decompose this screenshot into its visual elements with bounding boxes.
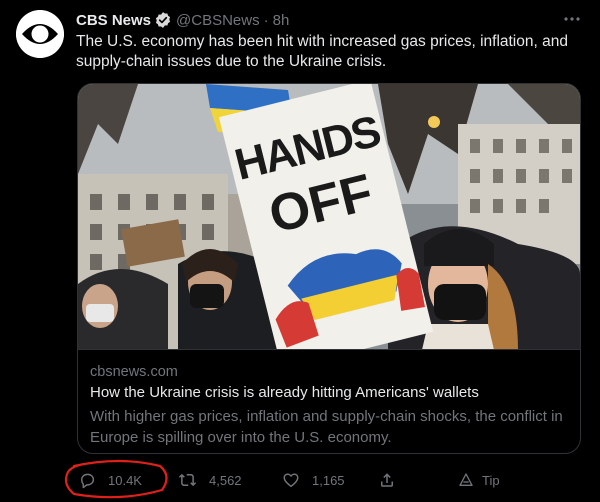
- verified-badge-icon: [154, 11, 172, 29]
- card-title: How the Ukraine crisis is already hittin…: [90, 384, 479, 401]
- avatar[interactable]: [16, 10, 64, 58]
- reply-icon: [81, 473, 95, 489]
- more-icon[interactable]: [562, 10, 582, 28]
- retweet-icon: [178, 473, 197, 487]
- share-icon: [381, 473, 393, 487]
- share-button[interactable]: [378, 466, 396, 494]
- tip-button[interactable]: Tip: [458, 466, 500, 494]
- display-name[interactable]: CBS News: [76, 12, 151, 29]
- reply-button[interactable]: 10.4K: [78, 466, 142, 494]
- like-button[interactable]: 1,165: [282, 466, 345, 494]
- tweet-text: The U.S. economy has been hit with incre…: [76, 33, 568, 70]
- like-count: 1,165: [312, 472, 345, 488]
- link-card[interactable]: HANDS OFF cbsnews.com How the Ukraine cr…: [77, 83, 581, 454]
- separator: ·: [263, 11, 269, 29]
- tip-icon: [459, 473, 473, 486]
- tweet-header: CBS News @CBSNews · 8h: [76, 10, 289, 30]
- retweet-button[interactable]: 4,562: [178, 466, 242, 494]
- handle[interactable]: @CBSNews: [176, 12, 260, 29]
- tweet[interactable]: CBS News @CBSNews · 8h The U.S. economy …: [0, 0, 600, 502]
- tip-label: Tip: [482, 472, 500, 488]
- heart-icon: [283, 473, 299, 488]
- card-image[interactable]: HANDS OFF: [78, 84, 580, 350]
- card-domain: cbsnews.com: [90, 364, 178, 380]
- action-bar: 10.4K 4,562 1,165 Tip: [78, 466, 538, 494]
- retweet-count: 4,562: [209, 472, 242, 488]
- protest-photo: HANDS OFF: [78, 84, 580, 349]
- reply-count: 10.4K: [108, 472, 142, 488]
- timestamp[interactable]: 8h: [273, 12, 290, 29]
- card-description: With higher gas prices, inflation and su…: [90, 408, 563, 446]
- cbs-eye-logo-icon: [16, 10, 64, 58]
